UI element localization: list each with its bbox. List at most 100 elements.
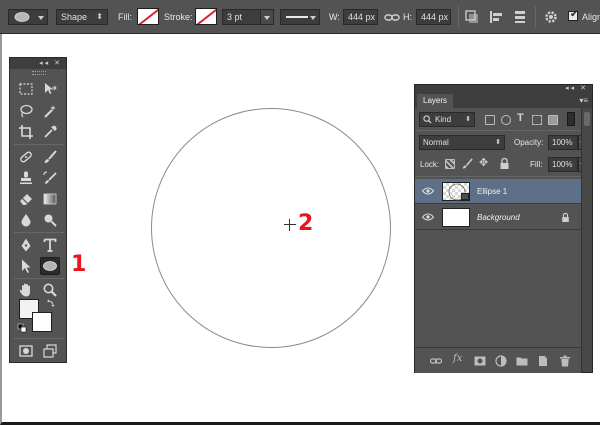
- folder-icon[interactable]: [516, 355, 528, 367]
- width-field[interactable]: 444 px: [343, 9, 378, 25]
- align-edges-checkbox[interactable]: ✔: [568, 9, 578, 21]
- link-icon[interactable]: [383, 9, 401, 27]
- lasso-tool[interactable]: [16, 102, 36, 120]
- ellipse-layer-thumbnail: [442, 182, 470, 201]
- eraser-tool[interactable]: [16, 190, 36, 208]
- chevron-down-icon: [264, 16, 270, 20]
- type-filter-icon[interactable]: T: [517, 112, 524, 124]
- crop-tool[interactable]: [16, 123, 36, 141]
- healing-brush-tool[interactable]: [16, 148, 36, 166]
- gear-icon[interactable]: [542, 8, 560, 26]
- path-alignment-icon[interactable]: [487, 8, 505, 26]
- tool-preset-picker[interactable]: [8, 9, 48, 25]
- tab-layers[interactable]: Layers: [417, 94, 454, 108]
- background-layer-thumbnail: [442, 208, 470, 227]
- blur-tool[interactable]: [16, 211, 36, 229]
- ellipse-shape[interactable]: [151, 108, 391, 348]
- stroke-width-dropdown-button[interactable]: [260, 10, 273, 24]
- stroke-swatch[interactable]: [195, 8, 217, 25]
- marquee-tool[interactable]: [16, 80, 36, 98]
- callout-tool: 1: [71, 252, 87, 277]
- collapse-close-icons[interactable]: ◂◂ ✕: [565, 84, 588, 92]
- gradient-tool[interactable]: [40, 190, 60, 208]
- magic-wand-icon: [44, 105, 56, 118]
- screen-mode-button[interactable]: [40, 342, 60, 360]
- fill-field[interactable]: 100%: [548, 157, 578, 172]
- tool-mode-dropdown[interactable]: Shape ⬍: [56, 9, 108, 25]
- updown-icon: ⬍: [465, 116, 471, 123]
- filter-kind-dropdown[interactable]: Kind ⬍: [419, 112, 475, 127]
- filter-kind-value: Kind: [435, 115, 452, 124]
- pen-tool[interactable]: [16, 236, 36, 254]
- quick-mask-icon: [19, 345, 33, 357]
- panel-menu-icon[interactable]: ▾≡: [579, 96, 588, 105]
- fill-swatch[interactable]: [137, 8, 159, 25]
- new-layer-icon[interactable]: [537, 355, 549, 367]
- stroke-label: Stroke:: [164, 12, 193, 22]
- layer-row-ellipse[interactable]: Ellipse 1: [415, 179, 581, 204]
- tools-divider: [14, 144, 64, 145]
- dodge-tool[interactable]: [40, 211, 60, 229]
- tools-panel-header[interactable]: ◂◂ ✕: [10, 58, 66, 69]
- opacity-label: Opacity:: [514, 138, 544, 147]
- eye-icon[interactable]: [422, 213, 434, 221]
- tools-panel-grip[interactable]: [10, 69, 66, 75]
- lock-label: Lock:: [420, 160, 440, 169]
- stroke-width-field[interactable]: 3 pt: [222, 9, 274, 25]
- tools-divider: [14, 338, 64, 339]
- swap-colors-icon[interactable]: [46, 298, 56, 308]
- brush-tool[interactable]: [40, 148, 60, 166]
- collapse-close-icons[interactable]: ◂◂ ✕: [39, 59, 62, 67]
- adjustment-filter-icon[interactable]: [501, 115, 511, 125]
- eyedropper-tool[interactable]: [40, 123, 60, 141]
- move-tool[interactable]: [40, 80, 60, 98]
- layers-scrollbar[interactable]: [581, 108, 592, 372]
- callout-center: 2: [298, 211, 314, 236]
- tools-divider: [14, 278, 64, 279]
- magic-wand-tool[interactable]: [40, 102, 60, 120]
- height-value: 444 px: [421, 12, 449, 22]
- path-selection-tool[interactable]: [16, 257, 36, 275]
- default-colors-icon[interactable]: [17, 323, 27, 333]
- lock-transparent-icon[interactable]: [445, 159, 455, 169]
- clone-stamp-tool[interactable]: [16, 169, 36, 187]
- eye-icon[interactable]: [422, 187, 434, 195]
- stroke-type-dropdown[interactable]: [280, 9, 320, 25]
- shape-filter-icon[interactable]: [532, 115, 542, 125]
- ellipse-tool[interactable]: [40, 257, 60, 275]
- type-t-icon: [43, 238, 57, 252]
- path-operations-icon[interactable]: [463, 8, 481, 26]
- layer-row-background[interactable]: Background: [415, 205, 581, 230]
- lock-all-icon[interactable]: [499, 157, 510, 170]
- blend-mode-dropdown[interactable]: Normal ⬍: [419, 135, 505, 150]
- height-field[interactable]: 444 px: [416, 9, 451, 25]
- zoom-tool[interactable]: [40, 281, 60, 299]
- filter-toggle[interactable]: [567, 112, 575, 126]
- path-arrangement-icon[interactable]: [511, 8, 529, 26]
- dodge-icon: [44, 214, 57, 227]
- path-select-arrow-icon: [22, 259, 31, 273]
- lasso-icon: [20, 104, 33, 118]
- divider: [535, 6, 536, 28]
- hand-tool[interactable]: [16, 281, 36, 299]
- align-edges-label: Align: [582, 12, 600, 22]
- divider: [458, 6, 459, 28]
- updown-icon: ⬍: [495, 139, 501, 146]
- lock-position-icon[interactable]: ✥: [479, 156, 488, 169]
- vector-mask-badge: [461, 193, 469, 200]
- background-color-swatch[interactable]: [32, 312, 52, 332]
- history-brush-tool[interactable]: [40, 169, 60, 187]
- link-layers-icon[interactable]: [430, 355, 442, 367]
- layer-mask-icon[interactable]: [474, 355, 486, 367]
- pixel-filter-icon[interactable]: [485, 115, 495, 125]
- opacity-field[interactable]: 100%: [548, 135, 578, 150]
- quick-mask-button[interactable]: [16, 342, 36, 360]
- type-tool[interactable]: [40, 236, 60, 254]
- adjustment-layer-icon[interactable]: [495, 355, 507, 367]
- lock-pixels-brush-icon[interactable]: [461, 157, 474, 170]
- trash-icon[interactable]: [559, 355, 571, 367]
- layers-panel-header[interactable]: ◂◂ ✕: [415, 85, 592, 94]
- fx-icon[interactable]: fx: [453, 353, 462, 364]
- layers-divider: [415, 176, 580, 177]
- smart-object-filter-icon[interactable]: [548, 115, 558, 125]
